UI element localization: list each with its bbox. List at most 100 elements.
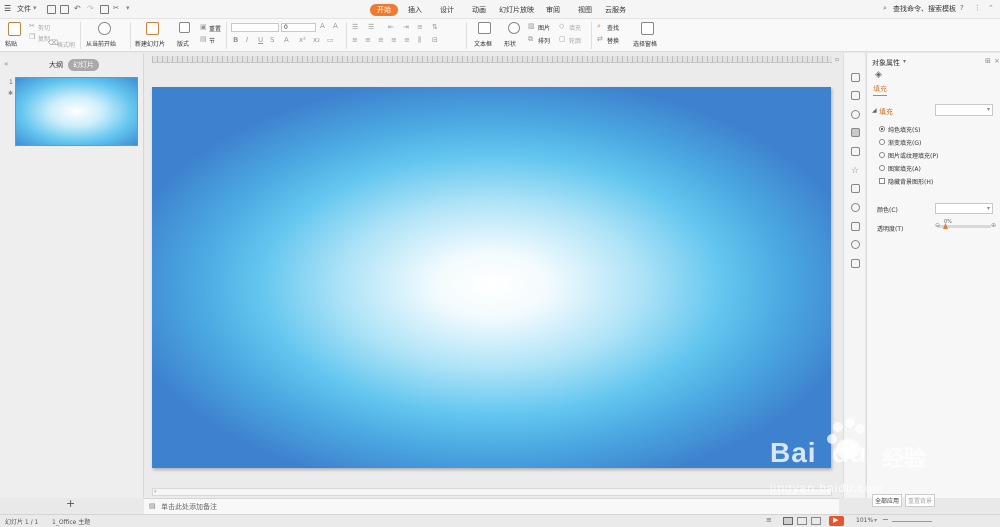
chevron-down-icon[interactable]: ▾: [903, 58, 906, 65]
arrange-icon[interactable]: ⧉: [528, 35, 533, 44]
tab-design[interactable]: 设计: [440, 4, 454, 16]
normal-view-icon[interactable]: [783, 517, 793, 525]
highlight-icon[interactable]: ▭: [327, 36, 334, 44]
command-search[interactable]: 查找命令、搜索模板: [893, 4, 956, 14]
text-box-button[interactable]: 文本框: [474, 39, 492, 48]
sorter-view-icon[interactable]: [797, 517, 807, 525]
fill-type-select[interactable]: ▾: [935, 104, 993, 116]
notes-placeholder[interactable]: 单击此处添加备注: [161, 502, 217, 512]
notes-toggle-icon[interactable]: ≡: [766, 516, 772, 524]
indent-decrease-icon[interactable]: ⇤: [388, 23, 394, 31]
play-slideshow-button[interactable]: ▶: [829, 516, 844, 526]
print-icon[interactable]: [60, 5, 69, 14]
tab-home[interactable]: 开始: [370, 4, 398, 16]
save-icon[interactable]: [47, 5, 56, 14]
box-icon[interactable]: [851, 184, 860, 193]
new-slide-button[interactable]: 新建幻灯片: [135, 39, 165, 48]
tab-fill[interactable]: 填充: [873, 84, 887, 96]
share-icon[interactable]: [851, 222, 860, 231]
close-icon[interactable]: ×: [994, 57, 1000, 65]
select-pane-button[interactable]: 选择窗格: [633, 39, 657, 48]
slide-canvas[interactable]: [152, 87, 831, 468]
cut-icon[interactable]: ✂: [29, 22, 35, 30]
fill-icon[interactable]: ◇: [559, 22, 564, 30]
fill-button[interactable]: 填充: [569, 23, 581, 32]
shape-icon[interactable]: [851, 110, 860, 119]
align-right-icon[interactable]: ≡: [378, 36, 384, 44]
columns-icon[interactable]: ⫼: [418, 36, 421, 45]
fill-bucket-icon[interactable]: ◈: [875, 70, 882, 80]
reading-view-icon[interactable]: [811, 517, 821, 525]
fill-section-label[interactable]: 填充: [879, 107, 893, 117]
color-picker[interactable]: ▾: [935, 203, 993, 214]
more-icon[interactable]: ⋮: [974, 4, 981, 12]
tab-cloud[interactable]: 云服务: [605, 4, 626, 16]
tab-view[interactable]: 视图: [578, 4, 592, 16]
tab-slideshow[interactable]: 幻灯片放映: [499, 4, 534, 16]
horizontal-scrollbar[interactable]: ‹: [152, 488, 832, 496]
replace-button[interactable]: 替换: [607, 36, 619, 45]
chevron-down-icon[interactable]: ▾: [874, 517, 877, 524]
layout-button[interactable]: 版式: [177, 39, 189, 48]
tab-outline[interactable]: 大纲: [49, 60, 63, 70]
subscript-icon[interactable]: x₂: [313, 36, 320, 44]
help-icon[interactable]: ?: [960, 4, 964, 12]
chevron-down-icon[interactable]: ▾: [987, 205, 990, 212]
distribute-icon[interactable]: ≡: [404, 36, 410, 44]
reset-icon[interactable]: ▣: [200, 23, 207, 31]
bullets-icon[interactable]: ☰: [352, 23, 358, 31]
minus-icon[interactable]: ⊖: [935, 222, 940, 229]
tab-slides[interactable]: 幻灯片: [68, 59, 99, 71]
radio-gradient-fill[interactable]: [879, 139, 885, 145]
format-painter-button[interactable]: 格式刷: [57, 40, 75, 49]
template-icon[interactable]: [851, 91, 860, 100]
tab-animation[interactable]: 动画: [472, 4, 486, 16]
shadow-icon[interactable]: S: [270, 36, 274, 44]
underline-icon[interactable]: U: [258, 36, 263, 44]
bold-icon[interactable]: B: [233, 36, 238, 44]
font-family-select[interactable]: [231, 23, 279, 32]
picture-icon[interactable]: ▨: [528, 22, 535, 30]
zoom-out-icon[interactable]: −: [882, 515, 889, 524]
paste-button[interactable]: 粘贴: [5, 39, 17, 48]
transparency-slider[interactable]: [937, 223, 991, 229]
hide-bg-label[interactable]: 隐藏背景图形(H): [888, 177, 933, 186]
tab-insert[interactable]: 插入: [408, 4, 422, 16]
pattern-fill-label[interactable]: 图案填充(A): [888, 164, 921, 173]
collapse-ribbon-icon[interactable]: ⌃: [988, 4, 994, 12]
arrange-button[interactable]: 排列: [538, 36, 550, 45]
replace-icon[interactable]: ⇄: [597, 35, 603, 43]
star-icon[interactable]: ☆: [851, 166, 860, 176]
align-center-icon[interactable]: ≡: [365, 36, 371, 44]
section-button[interactable]: 节: [209, 36, 215, 45]
superscript-icon[interactable]: x²: [299, 36, 306, 44]
redo-icon[interactable]: ↷: [87, 4, 94, 13]
radio-pattern-fill[interactable]: [879, 165, 885, 171]
copy-icon[interactable]: ❐: [29, 33, 35, 41]
align-left-icon[interactable]: ≡: [352, 36, 358, 44]
font-shrink-icon[interactable]: A: [333, 22, 338, 30]
font-color-icon[interactable]: A: [284, 36, 289, 44]
history-icon[interactable]: [851, 203, 860, 212]
file-menu[interactable]: 文件: [17, 4, 31, 14]
indent-increase-icon[interactable]: ⇥: [403, 23, 409, 31]
new-slide-icon[interactable]: [146, 22, 159, 35]
collapse-pane-icon[interactable]: «: [4, 60, 8, 68]
radio-picture-fill[interactable]: [879, 152, 885, 158]
notes-area[interactable]: ▤ 单击此处添加备注: [144, 498, 839, 514]
copy-format-icon[interactable]: [100, 5, 109, 14]
outline-button[interactable]: 轮廓: [569, 36, 581, 45]
plus-icon[interactable]: ⊕: [991, 222, 996, 229]
expand-icon[interactable]: ◢: [872, 107, 877, 114]
chevron-down-icon[interactable]: ▾: [987, 106, 990, 113]
paste-icon[interactable]: [8, 22, 21, 36]
outline-icon[interactable]: ▢: [559, 35, 566, 43]
zoom-level[interactable]: 101%: [856, 517, 873, 524]
chevron-down-icon[interactable]: ▾: [33, 4, 37, 12]
text-box-icon[interactable]: [478, 22, 491, 34]
from-current-button[interactable]: 从当前开始: [86, 39, 116, 48]
picture-fill-label[interactable]: 图片或纹理填充(P): [888, 151, 938, 160]
font-grow-icon[interactable]: A: [320, 22, 325, 30]
help-icon[interactable]: [851, 240, 860, 249]
cut-button[interactable]: 剪切: [38, 23, 50, 32]
